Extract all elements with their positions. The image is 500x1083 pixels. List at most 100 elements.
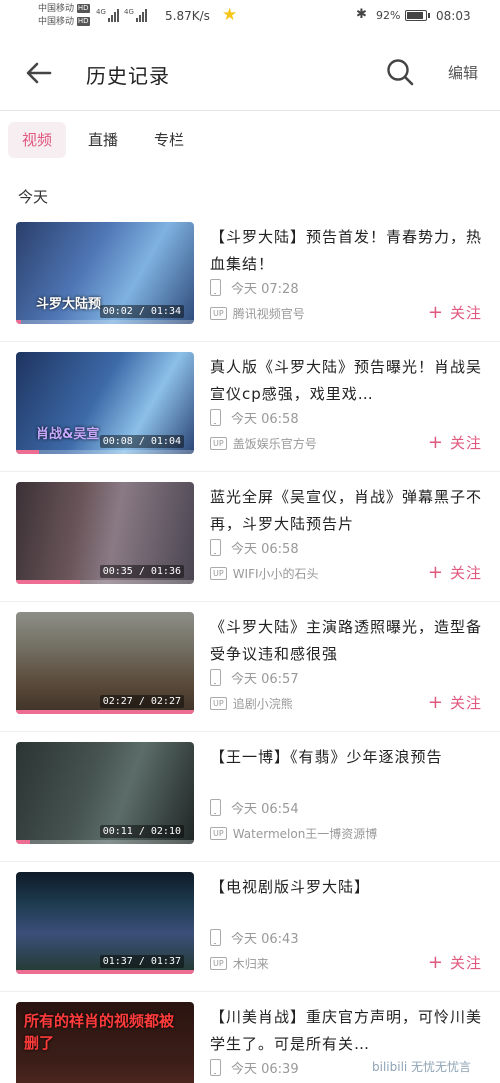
phone-icon (210, 409, 221, 426)
video-title: 【王一博】《有翡》少年逐浪预告 (210, 748, 443, 766)
history-item[interactable]: 肖战&吴宣 00:08 / 01:04 真人版《斗罗大陆》预告曝光！肖战吴宣仪c… (0, 342, 500, 472)
section-label-today: 今天 (18, 188, 49, 206)
watch-progress-bar (16, 580, 81, 584)
duration-label: 01:37 / 01:37 (99, 955, 184, 968)
watch-time: 今天 06:57 (210, 668, 299, 687)
watch-time: 今天 06:54 (210, 798, 299, 817)
uploader-name: WIFI小小的石头 (232, 567, 319, 581)
video-thumbnail[interactable]: 所有的祥肖的视频都被删了 (16, 1002, 194, 1083)
tab-column[interactable]: 专栏 (140, 122, 198, 158)
follow-button[interactable]: + 关注 (428, 692, 482, 713)
carrier-labels: 中国移动 HD 中国移动 HD (38, 3, 90, 29)
signal-icon (108, 8, 119, 22)
uploader: UP 木归来 (210, 955, 269, 972)
phone-icon (210, 799, 221, 816)
network-type: 4G (96, 8, 106, 16)
edit-button[interactable]: 编辑 (448, 62, 478, 83)
watch-progress-bar (16, 970, 194, 974)
phone-icon (210, 1059, 221, 1076)
video-thumbnail[interactable]: 00:35 / 01:36 (16, 482, 194, 584)
uploader: UP WIFI小小的石头 (210, 565, 319, 582)
history-item[interactable]: 02:27 / 02:27 《斗罗大陆》主演路透照曝光，造型备受争议违和感很强 … (0, 602, 500, 732)
back-arrow-icon[interactable] (24, 58, 54, 88)
battery-percent: 92% (376, 9, 401, 22)
video-title: 【川美肖战】重庆官方声明，可怜川美学生了。可是所有关… (210, 1008, 483, 1053)
app-header: 历史记录 编辑 (0, 40, 500, 106)
plus-icon: + (427, 562, 444, 583)
watch-time: 今天 06:58 (210, 408, 299, 427)
follow-label: 关注 (449, 954, 482, 972)
duration-label: 02:27 / 02:27 (99, 695, 184, 708)
history-item[interactable]: 00:35 / 01:36 蓝光全屏《吴宣仪，肖战》弹幕黑子不再，斗罗大陆预告片… (0, 472, 500, 602)
up-icon: UP (210, 437, 227, 450)
uploader: UP Watermelon王一博资源博 (210, 825, 377, 842)
video-thumbnail[interactable]: 02:27 / 02:27 (16, 612, 194, 714)
uploader: UP 追剧小浣熊 (210, 695, 293, 712)
network-type-2: 4G (124, 8, 134, 16)
header-divider (0, 110, 500, 111)
watch-progress-bar (16, 320, 22, 324)
carrier-1: 中国移动 (38, 4, 75, 14)
video-title: 【斗罗大陆】预告首发！青春势力，热血集结！ (210, 228, 483, 273)
phone-icon (210, 669, 221, 686)
thumbnail-caption: 斗罗大陆预 (36, 297, 102, 312)
follow-button[interactable]: + 关注 (428, 952, 482, 973)
plus-icon: + (427, 432, 444, 453)
watch-time: 今天 07:28 (210, 278, 299, 297)
tab-video[interactable]: 视频 (8, 122, 67, 158)
video-thumbnail[interactable]: 00:11 / 02:10 (16, 742, 194, 844)
duration-label: 00:11 / 02:10 (99, 825, 184, 838)
battery-icon (405, 10, 430, 21)
history-list: 斗罗大陆预 00:02 / 01:34 【斗罗大陆】预告首发！青春势力，热血集结… (0, 212, 500, 1083)
plus-icon: + (427, 952, 444, 973)
uploader: UP 盖饭娱乐官方号 (210, 435, 317, 452)
bluetooth-icon: ✱ (356, 7, 367, 22)
up-icon: UP (210, 827, 227, 840)
phone-icon (210, 279, 221, 296)
watch-time-text: 今天 06:57 (231, 672, 299, 687)
video-thumbnail[interactable]: 01:37 / 01:37 (16, 872, 194, 974)
history-item[interactable]: 斗罗大陆预 00:02 / 01:34 【斗罗大陆】预告首发！青春势力，热血集结… (0, 212, 500, 342)
clock: 08:03 (436, 9, 471, 23)
uploader-name: 腾讯视频官号 (232, 307, 305, 321)
uploader-name: 木归来 (232, 957, 269, 971)
star-icon: ★ (222, 5, 238, 25)
watch-time-text: 今天 06:58 (231, 542, 299, 557)
up-icon: UP (210, 697, 227, 710)
category-tabs: 视频 直播 专栏 (8, 122, 206, 160)
uploader: UP 腾讯视频官号 (210, 305, 305, 322)
watch-time-text: 今天 06:58 (231, 412, 299, 427)
up-icon: UP (210, 567, 227, 580)
follow-label: 关注 (449, 694, 482, 712)
video-title: 蓝光全屏《吴宣仪，肖战》弹幕黑子不再，斗罗大陆预告片 (210, 488, 483, 533)
search-icon[interactable] (384, 56, 416, 88)
up-icon: UP (210, 957, 227, 970)
follow-button[interactable]: + 关注 (428, 302, 482, 323)
history-item[interactable]: 00:11 / 02:10 【王一博】《有翡》少年逐浪预告 今天 06:54 U… (0, 732, 500, 862)
uploader-name: Watermelon王一博资源博 (232, 827, 378, 841)
follow-button[interactable]: + 关注 (428, 432, 482, 453)
video-title: 真人版《斗罗大陆》预告曝光！肖战吴宣仪cp感强，戏里戏… (210, 358, 483, 403)
follow-button[interactable]: + 关注 (428, 562, 482, 583)
duration-label: 00:35 / 01:36 (99, 565, 184, 578)
video-title: 《斗罗大陆》主演路透照曝光，造型备受争议违和感很强 (210, 618, 483, 663)
video-thumbnail[interactable]: 肖战&吴宣 00:08 / 01:04 (16, 352, 194, 454)
follow-label: 关注 (449, 304, 482, 322)
watch-time-text: 今天 06:43 (231, 932, 299, 947)
duration-label: 00:08 / 01:04 (99, 435, 184, 448)
watch-time-text: 今天 06:54 (231, 802, 299, 817)
watch-time: 今天 06:43 (210, 928, 299, 947)
thumbnail-caption: 肖战&吴宣 (36, 427, 100, 442)
phone-icon (210, 929, 221, 946)
hd-badge: HD (76, 4, 90, 13)
watch-progress-bar (16, 840, 31, 844)
watermark: bilibili 无忧无忧言 (372, 1060, 472, 1074)
history-item[interactable]: 01:37 / 01:37 【电视剧版斗罗大陆】 今天 06:43 UP 木归来 … (0, 862, 500, 992)
watch-time-text: 今天 07:28 (231, 282, 299, 297)
video-title: 【电视剧版斗罗大陆】 (210, 878, 371, 896)
status-bar: 中国移动 HD 中国移动 HD 4G 4G 5.87K/s ★ ✱ 92% 08… (0, 0, 500, 34)
video-thumbnail[interactable]: 斗罗大陆预 00:02 / 01:34 (16, 222, 194, 324)
tab-live[interactable]: 直播 (74, 122, 132, 158)
plus-icon: + (427, 692, 444, 713)
plus-icon: + (427, 302, 444, 323)
